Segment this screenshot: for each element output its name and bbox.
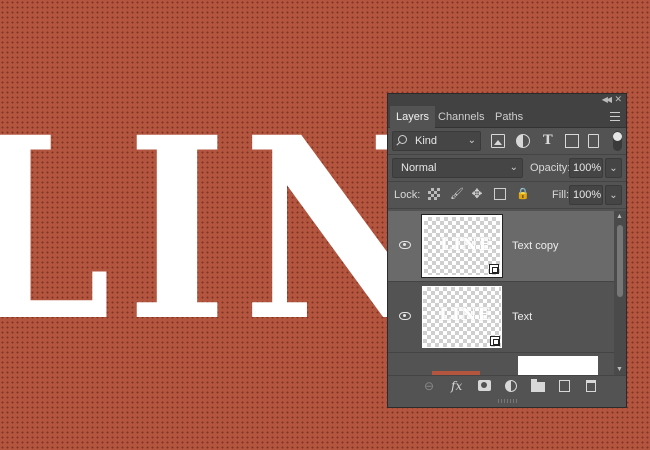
close-icon[interactable]: ✕ [614, 94, 622, 105]
scrollbar-thumb[interactable] [617, 225, 623, 297]
visibility-eye-icon[interactable] [399, 312, 411, 320]
layer-thumbnail: LINE [421, 214, 503, 278]
layers-list: LINE Text copy LINE Text [388, 211, 614, 375]
thumbnail-text: LINE [440, 235, 493, 255]
layers-bottom-toolbar: ⊖ fx [388, 375, 626, 397]
filter-type-icon[interactable]: T [543, 133, 557, 148]
visibility-eye-icon[interactable] [399, 241, 411, 249]
lock-artboard-icon[interactable] [494, 188, 506, 200]
filter-shape-icon[interactable] [565, 134, 579, 148]
layer-name[interactable]: Text [512, 311, 532, 323]
lock-all-icon[interactable]: 🔒 [516, 188, 530, 200]
adjustment-layer-icon[interactable] [505, 380, 517, 392]
filter-row: Kind ⌄ T [388, 128, 626, 155]
opacity-value: 100% [573, 162, 602, 174]
smart-object-icon [489, 264, 499, 274]
add-mask-icon[interactable] [478, 380, 491, 391]
layer-row-text[interactable]: LINE Text [388, 282, 614, 353]
fill-input[interactable]: 100% [569, 185, 603, 205]
layer-row-text-copy[interactable]: LINE Text copy [388, 211, 614, 282]
filter-pixel-icon[interactable] [491, 134, 505, 148]
lock-label: Lock: [394, 189, 421, 201]
search-icon [398, 135, 407, 144]
panel-tabbar: Layers Channels Paths [388, 106, 626, 129]
panel-menu-icon[interactable] [610, 112, 620, 121]
layer-mask-thumbnail [518, 356, 598, 375]
kind-label: Kind [415, 135, 438, 147]
fill-dropdown-button[interactable]: ⌄ [605, 185, 622, 205]
tab-channels[interactable]: Channels [432, 106, 490, 128]
thumbnail-text: LINE [439, 305, 492, 325]
layer-thumbnail: LINE [422, 286, 502, 348]
kind-filter-dropdown[interactable]: Kind ⌄ [392, 131, 481, 151]
fill-label: Fill: [552, 189, 570, 201]
opacity-input[interactable]: 100% [569, 158, 603, 178]
blend-mode-dropdown[interactable]: Normal ⌄ [392, 158, 523, 178]
layer-row-background-partial[interactable] [388, 353, 614, 375]
lock-row: Lock: 🖌 ✥ 🔒 Fill: 100% ⌄ [388, 182, 626, 209]
layer-name[interactable]: Text copy [512, 240, 558, 252]
panel-titlebar: ◀◀ ✕ [388, 94, 626, 106]
scroll-up-icon[interactable]: ▲ [616, 213, 623, 220]
scroll-down-icon[interactable]: ▼ [616, 366, 623, 373]
lock-position-icon[interactable]: ✥ [471, 187, 483, 200]
blend-row: Normal ⌄ Opacity: 100% ⌄ [388, 155, 626, 182]
fill-value: 100% [573, 189, 602, 201]
chevron-down-icon: ⌄ [467, 135, 476, 146]
lock-image-pixels-icon[interactable]: 🖌 [450, 188, 464, 200]
tab-paths[interactable]: Paths [489, 106, 529, 128]
smart-object-icon [490, 336, 500, 346]
tab-layers[interactable]: Layers [390, 106, 436, 129]
layers-scrollbar[interactable]: ▲ ▼ [614, 211, 626, 375]
collapse-panel-icon[interactable]: ◀◀ [602, 95, 612, 104]
lock-transparent-pixels-icon[interactable] [428, 188, 440, 200]
opacity-label: Opacity: [530, 162, 571, 174]
layers-panel: ◀◀ ✕ Layers Channels Paths Kind ⌄ T Norm… [387, 93, 627, 408]
filter-toggle-switch[interactable] [613, 131, 622, 151]
filter-adjustment-icon[interactable] [516, 134, 530, 148]
resize-grip[interactable] [498, 399, 518, 403]
opacity-dropdown-button[interactable]: ⌄ [605, 158, 622, 178]
trash-icon[interactable] [586, 380, 596, 392]
folder-icon[interactable] [531, 379, 545, 392]
chevron-down-icon: ⌄ [509, 162, 518, 173]
blend-mode-value: Normal [401, 162, 437, 174]
new-layer-icon[interactable] [559, 380, 570, 392]
filter-smart-object-icon[interactable] [588, 134, 599, 148]
link-layers-icon[interactable]: ⊖ [424, 380, 434, 393]
fx-icon[interactable]: fx [451, 380, 462, 393]
